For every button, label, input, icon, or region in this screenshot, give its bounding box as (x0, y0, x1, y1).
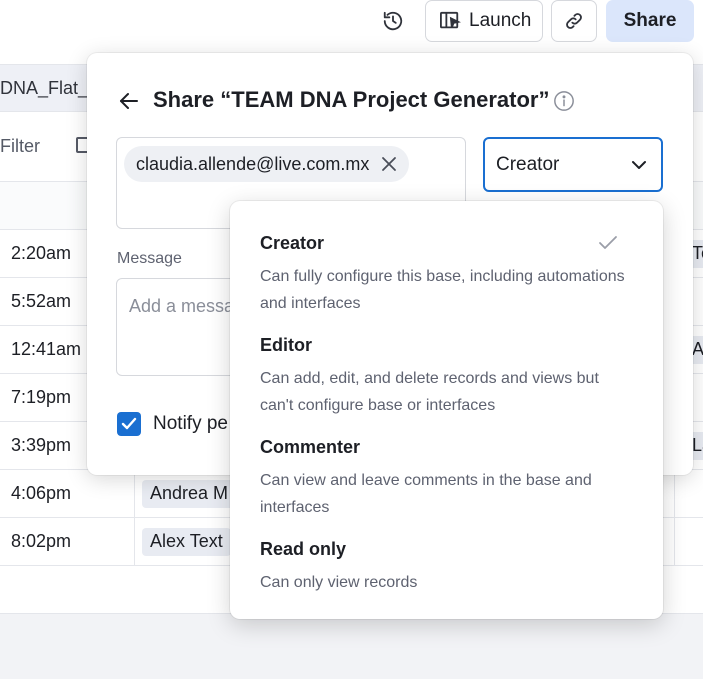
notify-checkbox[interactable] (117, 412, 141, 436)
notify-label: Notify pe (153, 413, 228, 434)
role-option-commenter[interactable]: Commenter Can view and leave comments in… (230, 437, 663, 537)
role-option-description: Can only view records (260, 574, 418, 591)
launch-label: Launch (469, 10, 532, 31)
share-button[interactable]: Share (606, 0, 694, 42)
time-cell: 8:02pm (11, 531, 72, 551)
time-cell: 2:20am (11, 243, 72, 263)
role-option-description: Can add, edit, and delete records and vi… (260, 370, 599, 414)
history-button[interactable] (376, 4, 410, 38)
email-chip-label: claudia.allende@live.com.mx (136, 153, 370, 174)
selected-check-icon (599, 236, 617, 249)
role-option-creator[interactable]: Creator Can fully configure this base, i… (230, 233, 663, 333)
role-option-read-only[interactable]: Read only Can only view records (230, 539, 663, 639)
dialog-title: Share “TEAM DNA Project Generator” (153, 87, 550, 112)
time-cell: 3:39pm (11, 435, 72, 455)
email-chip: claudia.allende@live.com.mx (124, 146, 410, 182)
name-chip: Andrea M (142, 480, 237, 508)
copy-link-button[interactable] (551, 0, 597, 42)
role-option-description: Can fully configure this base, including… (260, 268, 625, 312)
history-icon (383, 11, 403, 31)
time-cell: 5:52am (11, 291, 72, 311)
link-icon (566, 13, 582, 29)
back-arrow-icon[interactable] (117, 89, 141, 113)
checkmark-icon (121, 417, 137, 430)
role-option-title: Commenter (260, 437, 361, 457)
time-cell: 7:19pm (11, 387, 72, 407)
message-label: Message (117, 250, 182, 267)
chevron-down-icon (632, 160, 646, 169)
role-option-editor[interactable]: Editor Can add, edit, and delete records… (230, 335, 663, 435)
role-dropdown-menu: Creator Can fully configure this base, i… (230, 201, 663, 619)
time-cell: 12:41am (11, 339, 82, 359)
info-icon[interactable] (553, 90, 575, 112)
top-bar: Launch Share (0, 0, 703, 60)
role-option-title: Creator (260, 233, 325, 253)
role-option-title: Editor (260, 335, 312, 355)
role-select[interactable]: Creator (483, 137, 663, 192)
launch-icon (440, 11, 461, 29)
time-cell: 4:06pm (11, 483, 72, 503)
launch-button[interactable]: Launch (425, 0, 543, 42)
close-icon[interactable] (381, 156, 397, 172)
name-chip: Alex Text (142, 528, 231, 556)
filter-button[interactable]: Filter (0, 136, 40, 157)
role-option-title: Read only (260, 539, 347, 559)
role-option-description: Can view and leave comments in the base … (260, 472, 592, 516)
table-tab[interactable]: DNA_Flat_ (0, 78, 88, 99)
role-select-value: Creator (496, 153, 560, 175)
